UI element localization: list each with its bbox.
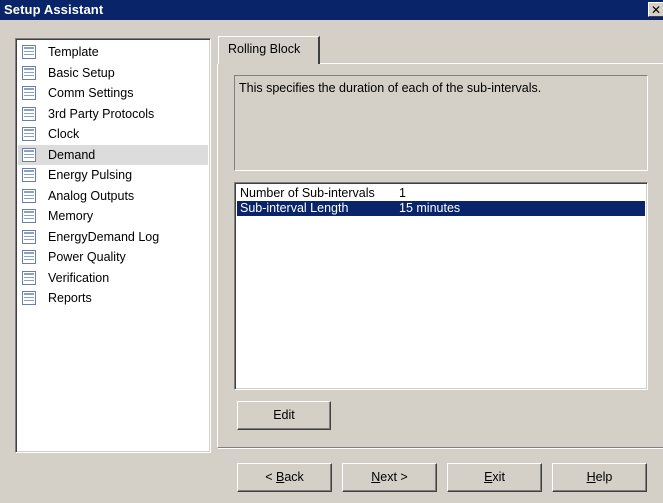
window-title: Setup Assistant: [4, 2, 104, 17]
step-navigation-list: Template Basic Setup Comm Settings 3rd P…: [15, 38, 211, 453]
nav-item-label: Clock: [48, 127, 80, 141]
close-button[interactable]: ✕: [648, 2, 663, 17]
form-icon: [22, 127, 36, 141]
nav-item-template[interactable]: Template: [18, 42, 208, 63]
exit-button[interactable]: Exit: [447, 463, 542, 492]
form-icon: [22, 86, 36, 100]
nav-item-label: 3rd Party Protocols: [48, 106, 155, 121]
nav-item-energy-pulsing[interactable]: Energy Pulsing: [18, 165, 208, 186]
description-text: This specifies the duration of each of t…: [239, 81, 542, 95]
nav-item-basic-setup[interactable]: Basic Setup: [18, 63, 208, 84]
title-bar: Setup Assistant ✕: [0, 0, 663, 20]
help-button[interactable]: Help: [552, 463, 647, 492]
settings-row-sub-interval-length[interactable]: Sub-interval Length 15 minutes: [237, 201, 645, 216]
nav-item-label: Verification: [48, 270, 110, 285]
tab-rolling-block[interactable]: Rolling Block: [218, 36, 320, 64]
help-button-mnemonic: H: [586, 470, 596, 484]
next-button-label: ext >: [380, 470, 408, 484]
nav-item-energydemand-log[interactable]: EnergyDemand Log: [18, 227, 208, 248]
nav-item-analog-outputs[interactable]: Analog Outputs: [18, 186, 208, 207]
next-button[interactable]: Next >: [342, 463, 437, 492]
description-panel: This specifies the duration of each of t…: [234, 75, 648, 171]
nav-item-label: Comm Settings: [48, 86, 134, 100]
nav-item-label: Basic Setup: [48, 65, 115, 80]
form-icon: [22, 270, 36, 285]
exit-button-label: xit: [492, 470, 505, 484]
nav-item-label: Energy Pulsing: [48, 168, 133, 182]
setting-value: 1: [399, 186, 406, 200]
edit-button[interactable]: Edit: [237, 401, 331, 430]
tab-strip-divider: [320, 63, 663, 64]
nav-item-label: EnergyDemand Log: [48, 229, 160, 244]
nav-item-label: Memory: [48, 209, 94, 223]
form-icon: [22, 168, 36, 182]
nav-item-reports[interactable]: Reports: [18, 288, 208, 309]
form-icon: [22, 291, 36, 305]
form-icon: [22, 250, 36, 264]
nav-item-comm-settings[interactable]: Comm Settings: [18, 83, 208, 104]
nav-item-demand[interactable]: Demand: [18, 144, 208, 165]
back-button[interactable]: < Back: [237, 463, 332, 492]
back-button-prefix: <: [265, 470, 276, 484]
help-button-label: elp: [595, 470, 613, 484]
form-icon: [22, 209, 36, 223]
settings-row-sub-interval-count[interactable]: Number of Sub-intervals 1: [237, 186, 645, 201]
tab-pane-edge: [217, 64, 218, 447]
nav-item-clock[interactable]: Clock: [18, 124, 208, 145]
form-icon: [22, 188, 36, 203]
nav-item-label: Power Quality: [48, 250, 126, 264]
nav-item-verification[interactable]: Verification: [18, 268, 208, 289]
nav-item-3rd-party-protocols[interactable]: 3rd Party Protocols: [18, 104, 208, 125]
nav-item-label: Template: [48, 45, 99, 59]
nav-item-label: Analog Outputs: [48, 188, 135, 203]
settings-list: Number of Sub-intervals 1 Sub-interval L…: [234, 182, 648, 390]
footer-separator-highlight: [218, 448, 663, 449]
nav-item-label: Reports: [48, 291, 92, 305]
nav-item-memory[interactable]: Memory: [18, 206, 208, 227]
nav-item-label: Demand: [48, 147, 96, 162]
form-icon: [22, 147, 36, 162]
form-icon: [22, 106, 36, 121]
setting-name: Sub-interval Length: [240, 201, 349, 215]
setting-name: Number of Sub-intervals: [240, 186, 375, 200]
next-button-mnemonic: N: [371, 470, 381, 484]
form-icon: [22, 229, 36, 244]
setting-value: 15 minutes: [399, 201, 461, 215]
form-icon: [22, 65, 36, 80]
form-icon: [22, 45, 36, 59]
setup-assistant-window: Setup Assistant ✕ Template Basic Setup C…: [0, 0, 663, 503]
nav-item-power-quality[interactable]: Power Quality: [18, 247, 208, 268]
back-button-label: ack: [284, 470, 304, 484]
